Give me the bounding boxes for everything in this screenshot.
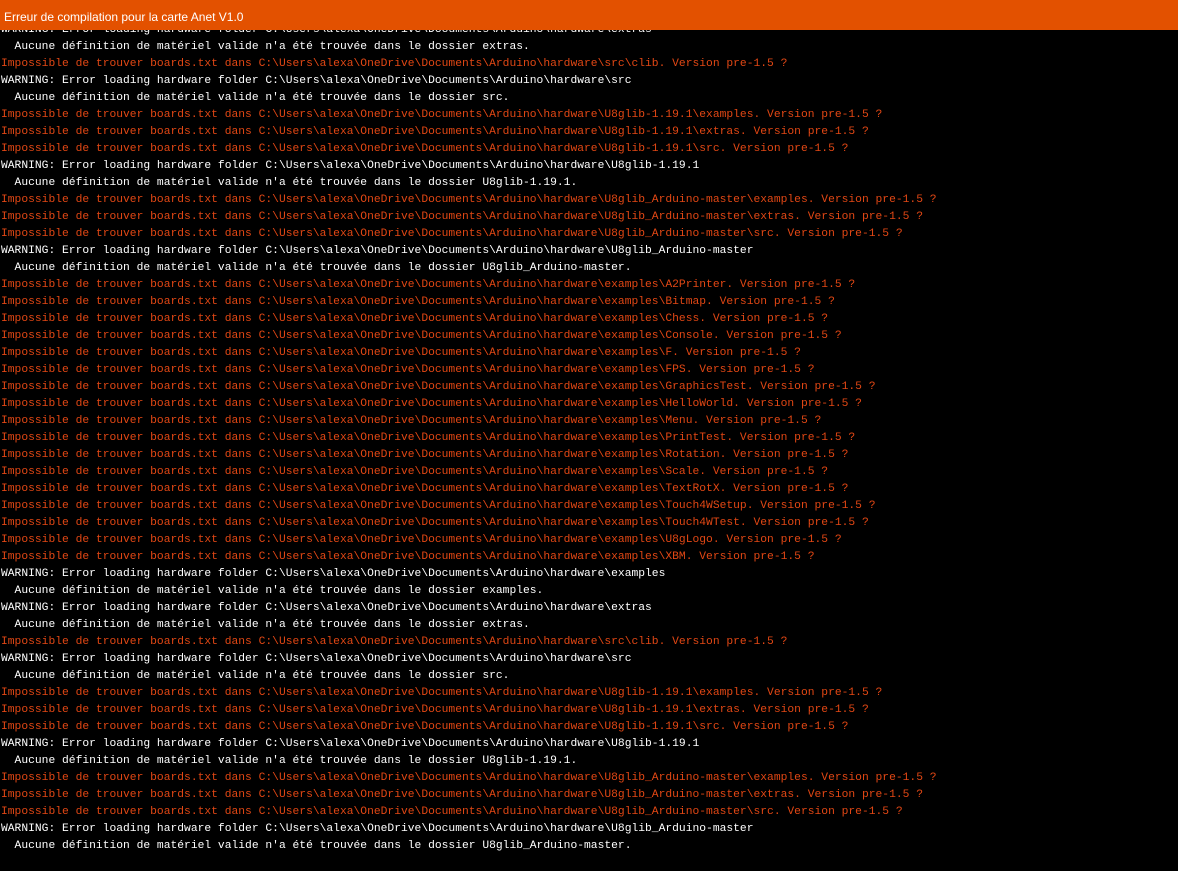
console-line-error: Impossible de trouver boards.txt dans C:…: [1, 347, 801, 359]
console-line-info: Aucune définition de matériel valide n'a…: [1, 177, 578, 189]
console-line-info: Aucune définition de matériel valide n'a…: [1, 262, 632, 274]
console-line-info: Aucune définition de matériel valide n'a…: [1, 585, 544, 597]
console-line-error: Impossible de trouver boards.txt dans C:…: [1, 721, 849, 733]
console-line-error: Impossible de trouver boards.txt dans C:…: [1, 381, 876, 393]
console-line-error: Impossible de trouver boards.txt dans C:…: [1, 313, 829, 325]
console-line-warning: WARNING: Error loading hardware folder C…: [1, 653, 632, 665]
console-line-error: Impossible de trouver boards.txt dans C:…: [1, 551, 815, 563]
console-line-error: Impossible de trouver boards.txt dans C:…: [1, 432, 856, 444]
console-line-error: Impossible de trouver boards.txt dans C:…: [1, 517, 869, 529]
console-line-error: Impossible de trouver boards.txt dans C:…: [1, 483, 849, 495]
console-line-info: Aucune définition de matériel valide n'a…: [1, 670, 510, 682]
console-line-info: Aucune définition de matériel valide n'a…: [1, 41, 530, 53]
console-line-error: Impossible de trouver boards.txt dans C:…: [1, 296, 835, 308]
console-line-error: Impossible de trouver boards.txt dans C:…: [1, 687, 883, 699]
console-line-error: Impossible de trouver boards.txt dans C:…: [1, 58, 788, 70]
console-line-error: Impossible de trouver boards.txt dans C:…: [1, 228, 903, 240]
console-line-info: Aucune définition de matériel valide n'a…: [1, 840, 632, 852]
console-lines: WARNING: Error loading hardware folder C…: [0, 30, 1178, 855]
error-status-bar: Erreur de compilation pour la carte Anet…: [0, 0, 1178, 30]
console-line-error: Impossible de trouver boards.txt dans C:…: [1, 449, 849, 461]
console-line-error: Impossible de trouver boards.txt dans C:…: [1, 772, 937, 784]
console-line-warning: WARNING: Error loading hardware folder C…: [1, 823, 754, 835]
console-line-error: Impossible de trouver boards.txt dans C:…: [1, 126, 869, 138]
console-line-error: Impossible de trouver boards.txt dans C:…: [1, 534, 842, 546]
console-line-error: Impossible de trouver boards.txt dans C:…: [1, 194, 937, 206]
console-line-error: Impossible de trouver boards.txt dans C:…: [1, 364, 815, 376]
error-status-title: Erreur de compilation pour la carte Anet…: [4, 10, 244, 24]
console-line-error: Impossible de trouver boards.txt dans C:…: [1, 211, 923, 223]
console-line-warning: WARNING: Error loading hardware folder C…: [1, 160, 700, 172]
console-line-info: Aucune définition de matériel valide n'a…: [1, 619, 530, 631]
console-line-error: Impossible de trouver boards.txt dans C:…: [1, 398, 862, 410]
console-line-error: Impossible de trouver boards.txt dans C:…: [1, 109, 883, 121]
console-line-warning: WARNING: Error loading hardware folder C…: [1, 245, 754, 257]
console-line-error: Impossible de trouver boards.txt dans C:…: [1, 330, 842, 342]
console-line-error: Impossible de trouver boards.txt dans C:…: [1, 466, 829, 478]
console-line-error: Impossible de trouver boards.txt dans C:…: [1, 500, 876, 512]
console-line-warning: WARNING: Error loading hardware folder C…: [1, 75, 632, 87]
console-line-error: Impossible de trouver boards.txt dans C:…: [1, 143, 849, 155]
console-line-error: Impossible de trouver boards.txt dans C:…: [1, 806, 903, 818]
console-line-warning: WARNING: Error loading hardware folder C…: [1, 738, 700, 750]
console-line-warning: WARNING: Error loading hardware folder C…: [1, 602, 652, 614]
console-line-warning: WARNING: Error loading hardware folder C…: [1, 568, 666, 580]
console-line-error: Impossible de trouver boards.txt dans C:…: [1, 704, 869, 716]
console-line-error: Impossible de trouver boards.txt dans C:…: [1, 636, 788, 648]
console-line-info: Aucune définition de matériel valide n'a…: [1, 92, 510, 104]
console-line-error: Impossible de trouver boards.txt dans C:…: [1, 789, 923, 801]
console-line-error: Impossible de trouver boards.txt dans C:…: [1, 279, 856, 291]
console-line-warning: WARNING: Error loading hardware folder C…: [1, 30, 652, 36]
console-line-error: Impossible de trouver boards.txt dans C:…: [1, 415, 822, 427]
console-output-panel[interactable]: WARNING: Error loading hardware folder C…: [0, 30, 1178, 871]
console-line-info: Aucune définition de matériel valide n'a…: [1, 755, 578, 767]
